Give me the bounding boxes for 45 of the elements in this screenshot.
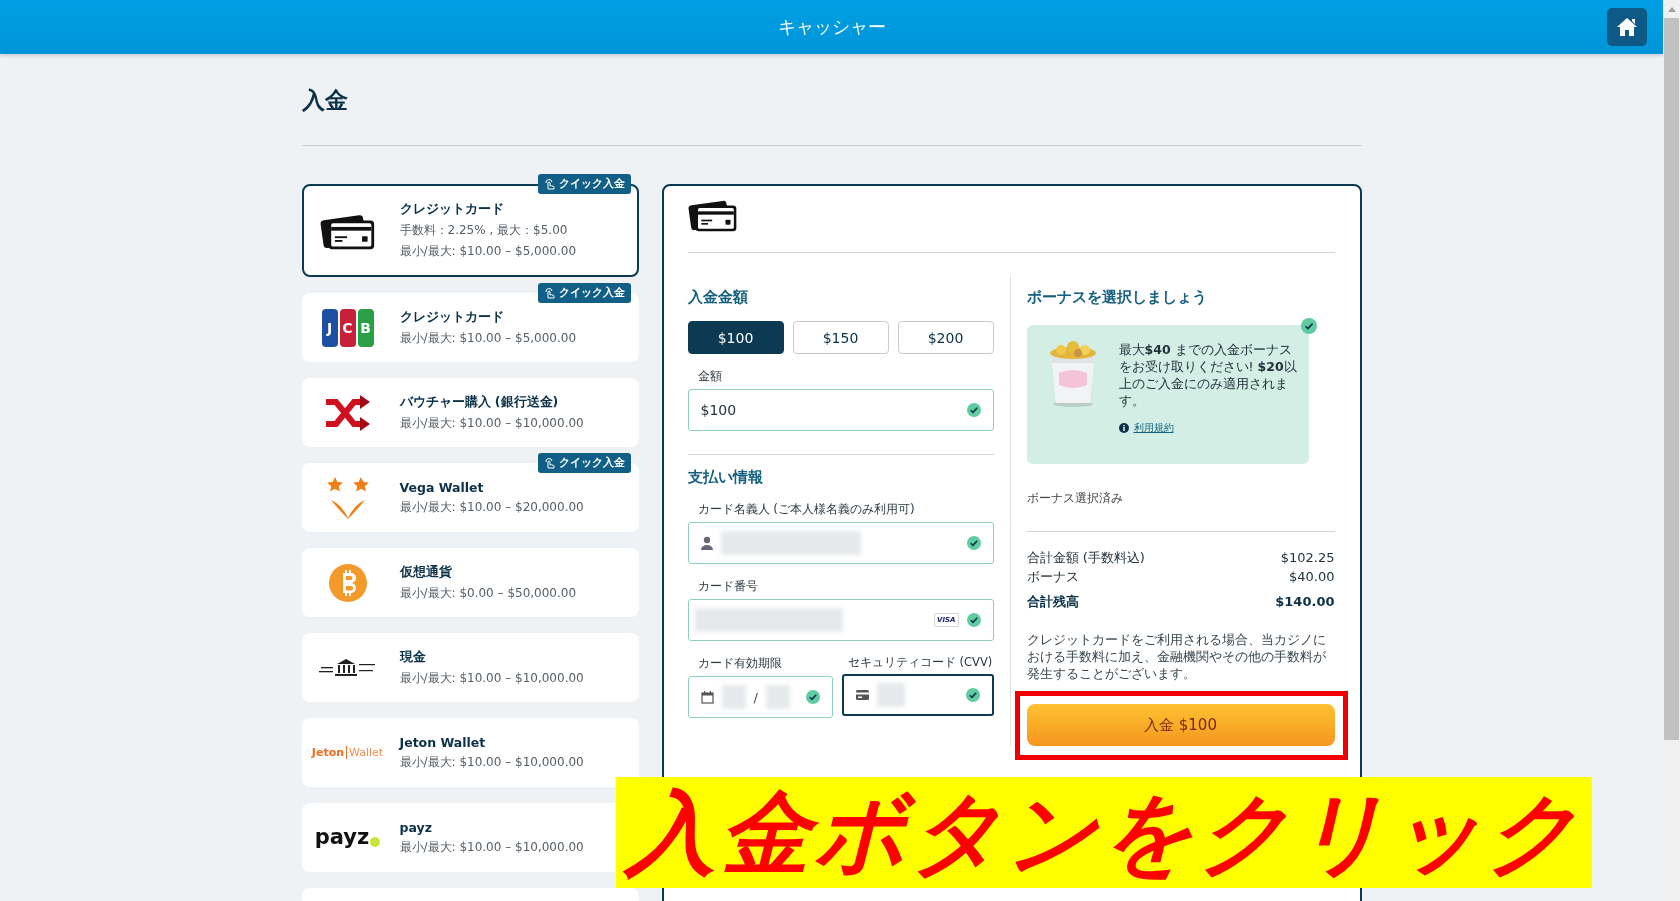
section-heading: 支払い情報 xyxy=(687,468,764,487)
fee-notice: クレジットカードをご利用される場合、当カジノにおける手数料に加え、金融機関やその他の手数料が発生することがございます。 xyxy=(1026,631,1327,682)
page-title: 入金 xyxy=(301,86,349,115)
bonus-description: 最大$40 までの入金ボーナスをお受け取りください! $20以上のご入金にのみ適用されます。 xyxy=(1118,341,1298,409)
method-name: バウチャー購入 (銀行送金) xyxy=(399,393,560,411)
jeton-logo: Jeton Wallet xyxy=(311,746,384,759)
summary-label: ボーナス xyxy=(1026,568,1079,586)
payz-logo: payz xyxy=(314,827,381,848)
summary-label: 合計残高 xyxy=(1026,593,1079,611)
field-label: セキュリティコード (CVV) xyxy=(847,655,994,670)
method-limits: 最小/最大: $10.00 – $20,000.00 xyxy=(399,498,584,516)
field-label: カード名義人 (ご本人様名義のみ利用可) xyxy=(697,501,916,518)
method-limits: 最小/最大: $10.00 – $10,000.00 xyxy=(399,753,584,771)
method-name: payz xyxy=(399,819,433,835)
method-limits: 最小/最大: $10.00 – $10,000.00 xyxy=(399,414,584,432)
method-name: Vega Wallet xyxy=(399,479,485,495)
summary-label: 合計金額 (手数料込) xyxy=(1026,549,1145,567)
page-header-title: キャッシャー xyxy=(777,15,886,39)
method-name: Jeton Wallet xyxy=(399,734,487,750)
section-heading: 入金金額 xyxy=(687,288,749,307)
field-label: カード番号 xyxy=(697,578,759,595)
logo-letter: B xyxy=(357,308,374,347)
logo-letter: J xyxy=(321,308,338,347)
bonus-status: ボーナス選択済み xyxy=(1026,490,1124,507)
section-heading: ボーナスを選択しましょう xyxy=(1026,288,1208,307)
method-name: クレジットカード xyxy=(399,201,505,218)
method-name: 仮想通貨 xyxy=(399,563,453,581)
method-fee: 手数料：2.25% , 最大：$5.00 xyxy=(399,222,569,239)
method-limits: 最小/最大: $10.00 – $10,000.00 xyxy=(399,838,584,856)
method-name: クレジットカード xyxy=(399,308,505,326)
field-label: カード有効期限 xyxy=(697,655,783,672)
summary-value: $102.25 xyxy=(1280,549,1335,567)
method-limits: 最小/最大: $10.00 – $10,000.00 xyxy=(399,669,584,687)
method-limits: 最小/最大: $10.00 – $5,000.00 xyxy=(399,243,577,260)
quick-deposit-badge: クイック入金 xyxy=(537,283,631,303)
summary-value: $140.00 xyxy=(1275,593,1335,611)
method-name: 現金 xyxy=(399,648,427,666)
quick-deposit-badge: クイック入金 xyxy=(537,453,631,473)
method-limits: 最小/最大: $0.00 – $50,000.00 xyxy=(399,584,577,602)
method-limits: 最小/最大: $10.00 – $5,000.00 xyxy=(399,329,577,347)
quick-deposit-badge: クイック入金 xyxy=(537,174,631,194)
logo-letter: C xyxy=(339,308,356,347)
field-label: 金額 xyxy=(697,368,723,385)
summary-value: $40.00 xyxy=(1289,568,1335,586)
date-separator: / xyxy=(753,689,758,705)
